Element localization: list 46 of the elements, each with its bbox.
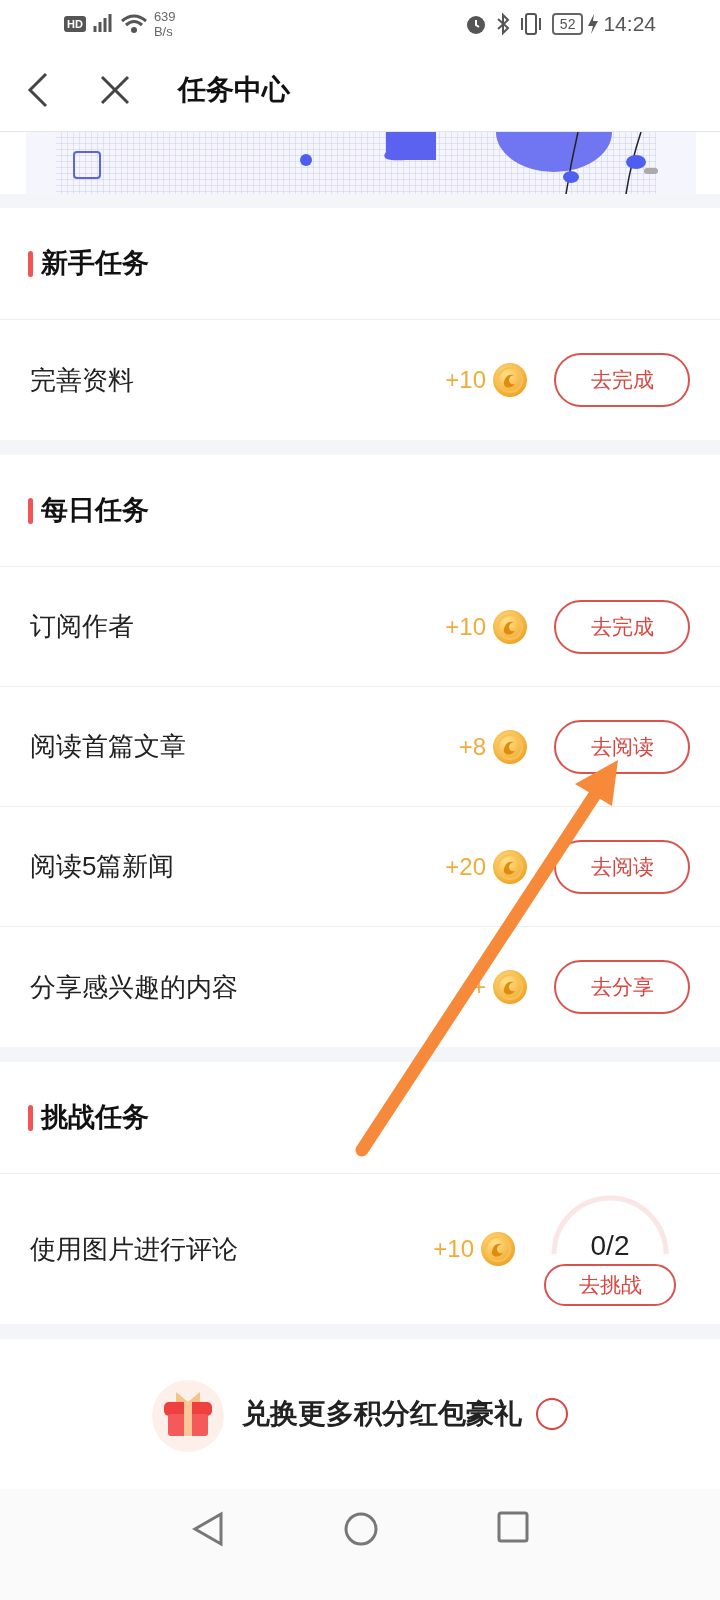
points-value: +20	[445, 851, 486, 882]
coin-icon	[492, 608, 528, 645]
section-title: 新手任务	[41, 247, 149, 281]
task-name: 订阅作者	[30, 610, 135, 643]
task-button[interactable]: 去阅读	[554, 839, 690, 894]
section-title: 每日任务	[41, 494, 149, 528]
clock: 14:24	[603, 11, 656, 38]
section-marker	[28, 497, 33, 524]
task-name: 分享感兴趣的内容	[30, 970, 239, 1004]
coin-icon	[492, 728, 528, 765]
task-button[interactable]: 去分享	[554, 960, 690, 1014]
task-name: 完善资料	[30, 363, 135, 397]
task-name: 使用图片进行评论	[30, 1232, 239, 1266]
points-value: +10	[445, 611, 486, 642]
points-value: +10	[433, 1234, 474, 1264]
network-speed-unit: B/s	[153, 24, 174, 39]
task-button[interactable]: 去挑战	[544, 1264, 676, 1306]
coin-icon	[492, 848, 528, 885]
hd-badge: HD	[64, 15, 86, 33]
coin-icon	[492, 969, 528, 1005]
points-value: +10	[445, 365, 486, 395]
progress-count: 0/2	[590, 1232, 630, 1260]
section-title: 挑战任务	[41, 1101, 149, 1135]
coin-icon	[492, 362, 528, 398]
close-icon[interactable]	[100, 74, 130, 105]
section-marker	[28, 1104, 33, 1131]
coin-icon	[480, 1231, 516, 1267]
points-value: +8	[458, 731, 486, 762]
wifi-icon	[119, 13, 148, 35]
battery-indicator: 52	[551, 13, 584, 35]
signal-icon	[91, 14, 114, 34]
task-button[interactable]: 去完成	[554, 599, 690, 654]
task-name: 阅读首篇文章	[30, 730, 187, 763]
section-marker	[28, 250, 33, 277]
charging-icon	[587, 13, 600, 35]
task-button[interactable]: 去阅读	[554, 719, 690, 774]
back-icon[interactable]	[26, 71, 50, 108]
bluetooth-icon	[495, 12, 510, 36]
task-name: 阅读5篇新闻	[30, 850, 176, 883]
page-title: 任务中心	[178, 72, 290, 107]
home-nav-icon[interactable]	[343, 1511, 379, 1547]
back-nav-icon[interactable]	[191, 1511, 225, 1547]
task-button[interactable]: 去完成	[554, 353, 690, 407]
promo-text[interactable]: 兑换更多积分红包豪礼	[242, 1393, 522, 1435]
network-speed: 639	[153, 9, 176, 24]
recents-nav-icon[interactable]	[497, 1511, 529, 1543]
